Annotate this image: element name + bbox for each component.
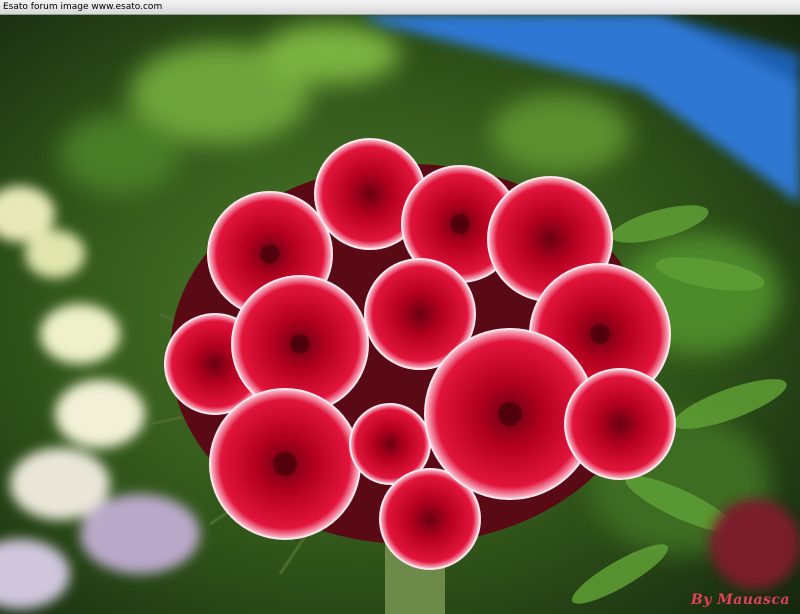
- image-viewer: Esato forum image www.esato.com By Mauas…: [0, 0, 800, 614]
- caption-text: Esato forum image www.esato.com: [3, 2, 163, 12]
- flower-photo: [0, 14, 800, 614]
- photographer-signature: By Mauasca: [690, 592, 790, 608]
- caption-bar: Esato forum image www.esato.com: [0, 0, 800, 15]
- bud-bottom-right: [710, 499, 800, 589]
